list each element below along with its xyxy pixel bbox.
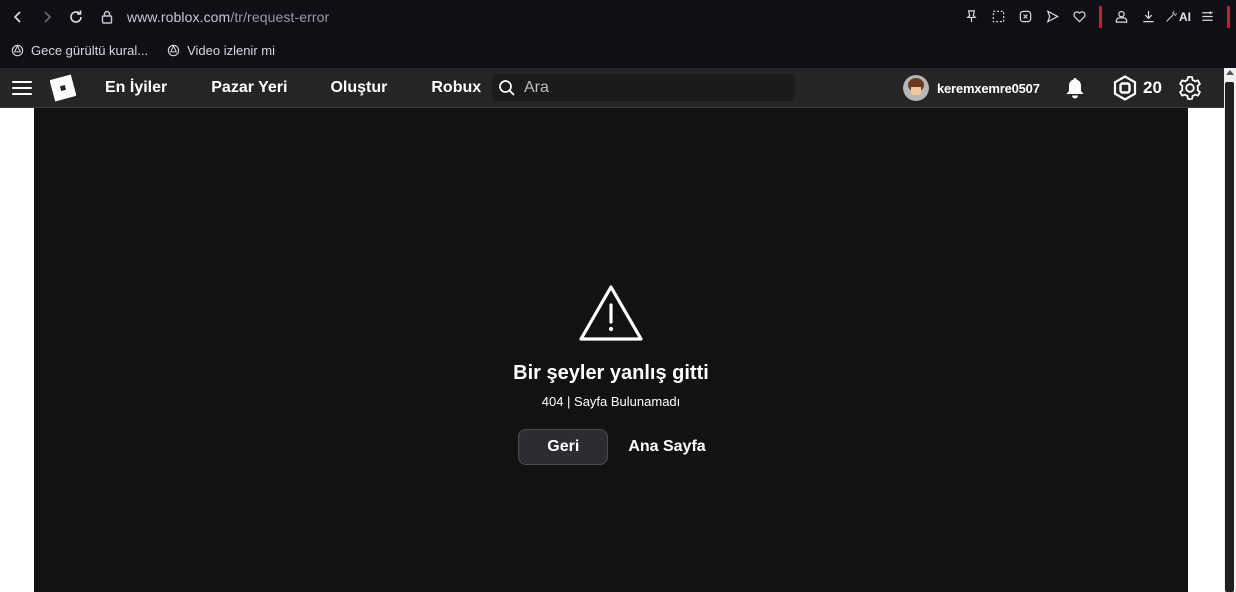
ai-button[interactable]: AI [1162, 3, 1194, 30]
favorite-button[interactable] [1066, 3, 1093, 30]
error-subtitle: 404 | Sayfa Bulunamadı [541, 394, 681, 409]
hamburger-menu-icon[interactable] [12, 76, 36, 100]
chevron-left-icon [13, 10, 21, 23]
lock-icon [101, 10, 113, 24]
user-icon [1115, 10, 1128, 23]
roblox-logo[interactable] [50, 74, 76, 101]
reload-button[interactable] [63, 4, 89, 30]
scroll-thumb[interactable] [1225, 82, 1234, 592]
user-profile[interactable]: keremxemre0507 [903, 75, 1040, 101]
search-box [492, 74, 795, 101]
url-path: /tr/request-error [230, 8, 330, 25]
shield-button[interactable] [1012, 3, 1039, 30]
notification-bell-icon[interactable] [1064, 76, 1086, 100]
nav-create[interactable]: Oluştur [330, 79, 387, 97]
robux-balance[interactable]: 20 [1112, 75, 1162, 101]
magic-wand-icon [1166, 11, 1177, 22]
send-icon [1046, 10, 1059, 23]
bookmark-label: Video izlenir mi [187, 43, 275, 58]
bookmarks-bar: Gece gürültü kural... Video izlenir mi [0, 33, 1236, 68]
robux-icon [1113, 75, 1137, 101]
search-input[interactable] [524, 78, 774, 97]
chatgpt-icon [11, 44, 24, 57]
heart-icon [1073, 11, 1086, 23]
bookmark-item[interactable]: Gece gürültü kural... [10, 43, 148, 58]
reload-icon [70, 10, 82, 23]
error-actions: Geri Ana Sayfa [518, 429, 706, 465]
shield-x-icon [1019, 10, 1032, 23]
error-content: Bir şeyler yanlış gitti 404 | Sayfa Bulu… [34, 108, 1188, 592]
toolbar-separator-end [1227, 5, 1230, 28]
scroll-up-arrow[interactable] [1226, 70, 1234, 75]
back-nav-button[interactable] [5, 4, 31, 30]
avatar[interactable] [903, 75, 929, 101]
screenshot-button[interactable] [985, 3, 1012, 30]
send-button[interactable] [1039, 3, 1066, 30]
menu-lines-icon [1202, 11, 1213, 21]
bookmark-item[interactable]: Video izlenir mi [166, 43, 275, 58]
search-icon [499, 79, 515, 96]
profile-button[interactable] [1108, 3, 1135, 30]
robux-count: 20 [1143, 78, 1162, 97]
downloads-button[interactable] [1135, 3, 1162, 30]
pin-button[interactable] [958, 3, 985, 30]
roblox-header: En İyiler Pazar Yeri Oluştur Robux kerem… [0, 68, 1224, 108]
forward-nav-button[interactable] [34, 4, 60, 30]
download-icon [1143, 10, 1154, 23]
pin-icon [966, 10, 977, 23]
chatgpt-icon [167, 44, 180, 57]
address-bar[interactable]: www.roblox.com/tr/request-error [127, 9, 329, 25]
back-button[interactable]: Geri [518, 429, 609, 465]
error-panel: Bir şeyler yanlış gitti 404 | Sayfa Bulu… [34, 284, 1188, 465]
menu-button[interactable] [1194, 3, 1221, 30]
bookmark-label: Gece gürültü kural... [31, 43, 149, 58]
username[interactable]: keremxemre0507 [937, 81, 1040, 96]
nav-charts[interactable]: En İyiler [105, 79, 167, 97]
toolbar-actions: AI [958, 0, 1230, 33]
roblox-logo-icon [50, 74, 76, 101]
crop-select-icon [992, 10, 1005, 23]
url-domain: www.roblox.com [127, 8, 231, 25]
nav-marketplace[interactable]: Pazar Yeri [211, 79, 287, 97]
browser-toolbar: www.roblox.com/tr/request-error AI [0, 0, 1236, 33]
chevron-right-icon [44, 10, 52, 23]
nav-robux[interactable]: Robux [431, 79, 481, 97]
warning-icon [579, 285, 643, 341]
gear-icon[interactable] [1177, 75, 1203, 101]
ai-label: AI [1179, 9, 1191, 24]
error-title: Bir şeyler yanlış gitti [513, 362, 709, 384]
toolbar-separator [1099, 5, 1102, 28]
home-button[interactable]: Ana Sayfa [628, 438, 705, 456]
